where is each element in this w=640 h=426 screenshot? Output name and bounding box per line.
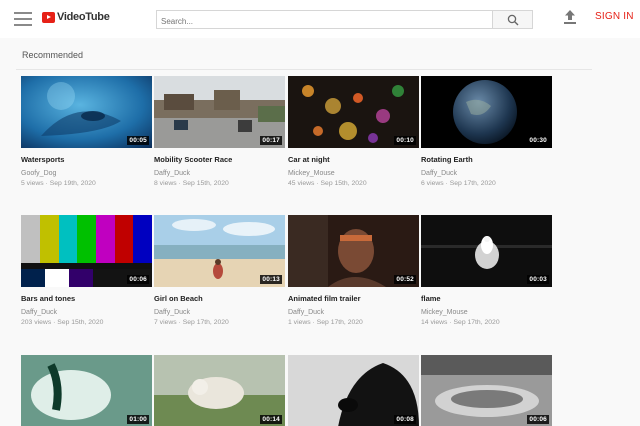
video-duration: 00:10	[394, 136, 416, 145]
video-thumbnail[interactable]: 00:06	[21, 215, 152, 287]
video-card[interactable]: 01:00	[21, 355, 152, 426]
video-thumbnail[interactable]: 00:05	[21, 76, 152, 148]
video-views: 45 views	[288, 180, 315, 187]
video-card[interactable]: 00:08	[288, 355, 419, 426]
video-date: Sep 15th, 2020	[57, 319, 104, 326]
video-date: Sep 17th, 2020	[316, 319, 363, 326]
video-card[interactable]: 00:03 flame Mickey_Mouse 14 views · Sep …	[421, 215, 552, 326]
section-title: Recommended	[22, 50, 84, 60]
video-duration: 00:13	[260, 275, 282, 284]
video-meta: 14 views · Sep 17th, 2020	[421, 319, 552, 326]
video-duration: 00:06	[127, 275, 149, 284]
video-author[interactable]: Goofy_Dog	[21, 170, 152, 177]
video-card[interactable]: 00:30 Rotating Earth Daffy_Duck 6 views …	[421, 76, 552, 187]
video-duration: 00:03	[527, 275, 549, 284]
hamburger-menu-icon[interactable]	[14, 12, 32, 26]
video-card[interactable]: 00:05 Watersports Goofy_Dog 5 views · Se…	[21, 76, 152, 187]
video-date: Sep 17th, 2020	[453, 319, 500, 326]
video-title[interactable]: Car at night	[288, 155, 419, 164]
video-meta: 6 views · Sep 17th, 2020	[421, 180, 552, 187]
video-duration: 01:00	[127, 415, 149, 424]
video-duration: 00:30	[527, 136, 549, 145]
video-date: Sep 15th, 2020	[182, 180, 229, 187]
video-meta: 8 views · Sep 15th, 2020	[154, 180, 285, 187]
video-thumbnail[interactable]: 00:06	[421, 355, 552, 426]
video-date: Sep 15th, 2020	[320, 180, 367, 187]
video-duration: 00:14	[260, 415, 282, 424]
video-date: Sep 17th, 2020	[182, 319, 229, 326]
video-thumbnail[interactable]: 00:52	[288, 215, 419, 287]
video-meta: 203 views · Sep 15th, 2020	[21, 319, 152, 326]
video-views: 14 views	[421, 319, 448, 326]
video-thumbnail[interactable]: 00:08	[288, 355, 419, 426]
logo[interactable]: VideoTube	[42, 11, 110, 23]
upload-icon[interactable]	[562, 9, 578, 25]
video-card[interactable]: 00:13 Girl on Beach Daffy_Duck 7 views ·…	[154, 215, 285, 326]
video-thumbnail[interactable]: 00:17	[154, 76, 285, 148]
video-date: Sep 17th, 2020	[449, 180, 496, 187]
video-author[interactable]: Daffy_Duck	[421, 170, 552, 177]
video-meta: 45 views · Sep 15th, 2020	[288, 180, 419, 187]
video-author[interactable]: Daffy_Duck	[21, 309, 152, 316]
section-divider	[16, 69, 592, 70]
video-title[interactable]: Rotating Earth	[421, 155, 552, 164]
video-views: 5 views	[21, 180, 44, 187]
video-thumbnail[interactable]: 00:13	[154, 215, 285, 287]
video-thumbnail[interactable]: 00:30	[421, 76, 552, 148]
video-card[interactable]: 00:14	[154, 355, 285, 426]
video-title[interactable]: Watersports	[21, 155, 152, 164]
logo-text: VideoTube	[57, 11, 110, 23]
video-card[interactable]: 00:10 Car at night Mickey_Mouse 45 views…	[288, 76, 419, 187]
video-author[interactable]: Daffy_Duck	[288, 309, 419, 316]
video-meta: 5 views · Sep 19th, 2020	[21, 180, 152, 187]
video-title[interactable]: Animated film trailer	[288, 294, 419, 303]
video-meta: 1 views · Sep 17th, 2020	[288, 319, 419, 326]
video-thumbnail[interactable]: 01:00	[21, 355, 152, 426]
video-views: 7 views	[154, 319, 177, 326]
video-author[interactable]: Daffy_Duck	[154, 309, 285, 316]
video-views: 1 views	[288, 319, 311, 326]
video-title[interactable]: Bars and tones	[21, 294, 152, 303]
video-card[interactable]: 00:52 Animated film trailer Daffy_Duck 1…	[288, 215, 419, 326]
video-views: 8 views	[154, 180, 177, 187]
video-duration: 00:05	[127, 136, 149, 145]
search-field[interactable]	[156, 10, 493, 30]
video-card[interactable]: 00:06 Bars and tones Daffy_Duck 203 view…	[21, 215, 152, 326]
search-icon	[507, 14, 519, 26]
sign-in-link[interactable]: SIGN IN	[595, 11, 634, 22]
video-title[interactable]: Mobility Scooter Race	[154, 155, 285, 164]
video-duration: 00:08	[394, 415, 416, 424]
search-input[interactable]	[157, 13, 492, 30]
video-meta: 7 views · Sep 17th, 2020	[154, 319, 285, 326]
video-author[interactable]: Mickey_Mouse	[288, 170, 419, 177]
video-views: 203 views	[21, 319, 52, 326]
video-card[interactable]: 00:17 Mobility Scooter Race Daffy_Duck 8…	[154, 76, 285, 187]
video-card[interactable]: 00:06	[421, 355, 552, 426]
top-bar: VideoTube SIGN IN	[0, 0, 640, 38]
video-date: Sep 19th, 2020	[49, 180, 96, 187]
video-duration: 00:52	[394, 275, 416, 284]
video-thumbnail[interactable]: 00:10	[288, 76, 419, 148]
video-thumbnail[interactable]: 00:14	[154, 355, 285, 426]
video-title[interactable]: Girl on Beach	[154, 294, 285, 303]
video-thumbnail[interactable]: 00:03	[421, 215, 552, 287]
video-author[interactable]: Mickey_Mouse	[421, 309, 552, 316]
play-logo-icon	[42, 11, 55, 23]
video-author[interactable]: Daffy_Duck	[154, 170, 285, 177]
search-button[interactable]	[492, 10, 533, 29]
video-duration: 00:06	[527, 415, 549, 424]
video-views: 6 views	[421, 180, 444, 187]
video-title[interactable]: flame	[421, 294, 552, 303]
video-duration: 00:17	[260, 136, 282, 145]
